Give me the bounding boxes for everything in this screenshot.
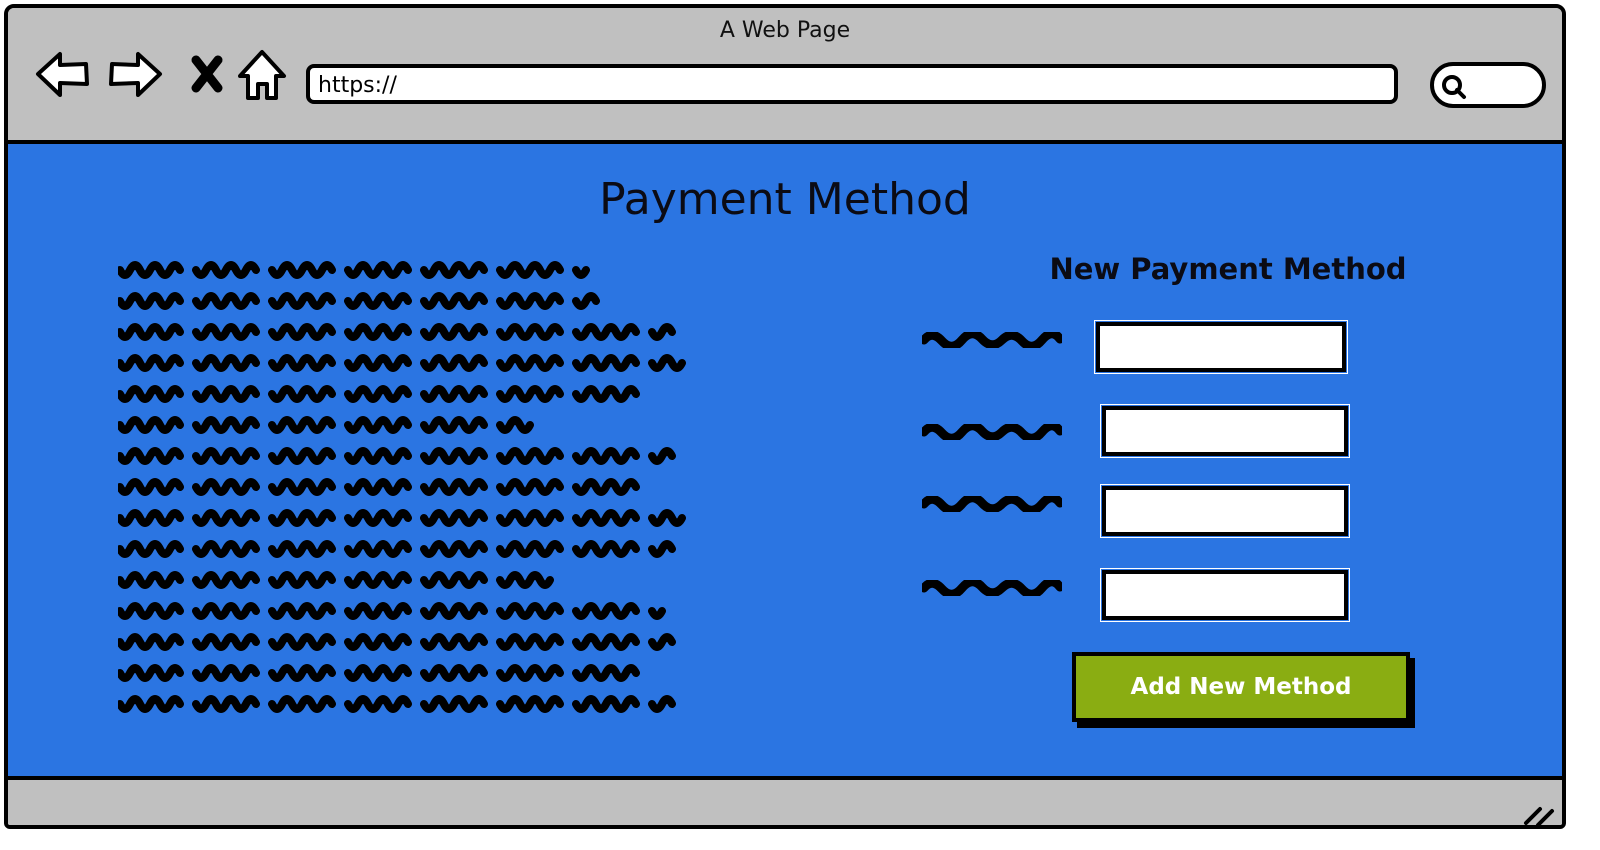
text-placeholder-line	[118, 633, 676, 651]
text-placeholder-line	[118, 695, 676, 713]
browser-window: A Web Page Payment Method Ne	[4, 4, 1566, 829]
home-icon[interactable]	[234, 46, 290, 102]
forward-arrow-icon[interactable]	[108, 46, 164, 102]
text-placeholder-line	[118, 602, 666, 620]
browser-search-box[interactable]	[1430, 62, 1546, 108]
add-new-method-button[interactable]: Add New Method	[1072, 652, 1410, 722]
text-placeholder-line	[118, 663, 663, 683]
form-heading: New Payment Method	[1049, 252, 1407, 286]
text-placeholder-line	[118, 261, 590, 279]
text-placeholder-line	[118, 540, 676, 558]
text-placeholder-line	[118, 354, 686, 372]
text-placeholder-line	[118, 384, 653, 404]
resize-grip-icon[interactable]	[1522, 801, 1556, 827]
payment-field-3[interactable]	[1100, 484, 1350, 538]
text-placeholder-line	[118, 571, 554, 589]
text-placeholder-line	[118, 292, 600, 310]
payment-field-4[interactable]	[1100, 568, 1350, 622]
field-label-1	[922, 332, 1062, 348]
text-placeholder-line	[118, 509, 686, 527]
back-arrow-icon[interactable]	[34, 46, 90, 102]
text-placeholder-line	[118, 323, 676, 341]
status-bar	[8, 780, 1562, 827]
payment-field-1[interactable]	[1094, 320, 1348, 374]
url-bar[interactable]	[306, 64, 1398, 104]
url-input[interactable]	[318, 72, 1378, 98]
text-placeholder-line	[118, 447, 676, 465]
page-content: Payment Method New Payment Method Add Ne…	[8, 144, 1562, 780]
browser-toolbar: A Web Page	[8, 8, 1562, 144]
page-title: Payment Method	[599, 174, 971, 225]
magnifier-icon	[1442, 75, 1466, 99]
window-title: A Web Page	[719, 18, 851, 43]
payment-field-2[interactable]	[1100, 404, 1350, 458]
field-label-3	[922, 496, 1062, 512]
text-placeholder-line	[118, 477, 658, 497]
close-x-icon[interactable]	[180, 46, 236, 102]
field-label-2	[922, 424, 1062, 440]
text-placeholder-line	[118, 416, 534, 434]
field-label-4	[922, 580, 1062, 596]
